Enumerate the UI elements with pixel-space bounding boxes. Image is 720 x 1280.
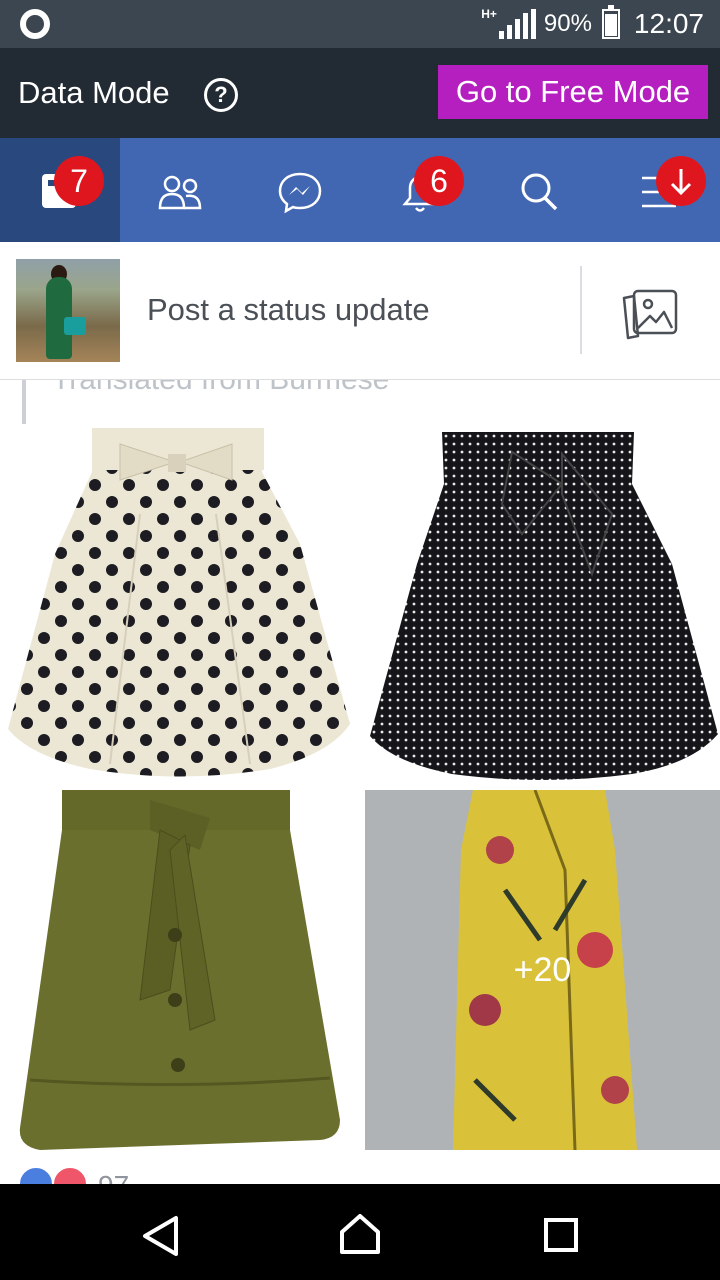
- recents-icon: [544, 1218, 578, 1252]
- photo-yellow-floral-skirt[interactable]: +20: [365, 790, 720, 1150]
- composer-divider: [580, 266, 582, 354]
- avatar[interactable]: [16, 259, 120, 362]
- tab-notifications[interactable]: 6: [360, 138, 480, 242]
- network-type: H+: [481, 7, 497, 21]
- android-navigation-bar: [0, 1184, 720, 1280]
- avatar-bag: [64, 317, 86, 335]
- tab-messenger[interactable]: [240, 138, 360, 242]
- data-mode-title: Data Mode: [18, 75, 170, 110]
- reactions-summary[interactable]: 97: [18, 1166, 218, 1186]
- go-to-free-mode-button[interactable]: Go to Free Mode: [438, 65, 708, 119]
- home-icon: [340, 1214, 380, 1254]
- post-status-input[interactable]: Post a status update: [147, 292, 430, 328]
- photo-olive-skirt[interactable]: [0, 790, 358, 1150]
- photo-polka-dot-skirt[interactable]: [0, 424, 358, 784]
- battery-icon: [601, 5, 620, 39]
- more-photos-count: +20: [513, 951, 572, 989]
- tab-search[interactable]: [480, 138, 600, 242]
- clock: 12:07: [633, 8, 704, 39]
- home-button[interactable]: [300, 1184, 420, 1280]
- screen: H+ 90% 12:07 Data Mode ? Go to Free Mode…: [0, 0, 720, 1280]
- recents-button[interactable]: [500, 1184, 620, 1280]
- menu-download-badge: [656, 156, 706, 206]
- back-button[interactable]: [100, 1184, 220, 1280]
- status-bar: H+ 90% 12:07: [0, 0, 720, 48]
- black-dotted-skirt-image: [370, 432, 718, 780]
- like-reaction-icon: [18, 1166, 54, 1186]
- photo-black-dotted-skirt[interactable]: [362, 424, 720, 784]
- battery-percent: 90%: [543, 10, 592, 37]
- tab-friends[interactable]: [120, 138, 240, 242]
- help-icon[interactable]: ?: [204, 78, 238, 112]
- signal-icon: [498, 9, 536, 39]
- tab-menu[interactable]: [600, 138, 720, 242]
- love-reaction-icon: [52, 1166, 88, 1186]
- search-icon: [521, 173, 558, 211]
- status-composer: Post a status update: [0, 242, 720, 380]
- facebook-nav-bar: 7 6: [0, 138, 720, 242]
- photo-icon[interactable]: [622, 288, 680, 340]
- friends-icon: [158, 175, 202, 210]
- opera-icon: [20, 9, 50, 39]
- news-feed-badge: 7: [54, 156, 104, 206]
- arrow-down-icon: [670, 169, 692, 196]
- olive-skirt-image: [19, 790, 340, 1150]
- messenger-icon: [278, 172, 322, 214]
- tab-news-feed[interactable]: 7: [0, 138, 120, 242]
- polka-dot-skirt-image: [8, 428, 350, 777]
- back-icon: [143, 1216, 178, 1256]
- notifications-badge: 6: [414, 156, 464, 206]
- status-indicators: H+ 90% 12:07: [481, 0, 704, 48]
